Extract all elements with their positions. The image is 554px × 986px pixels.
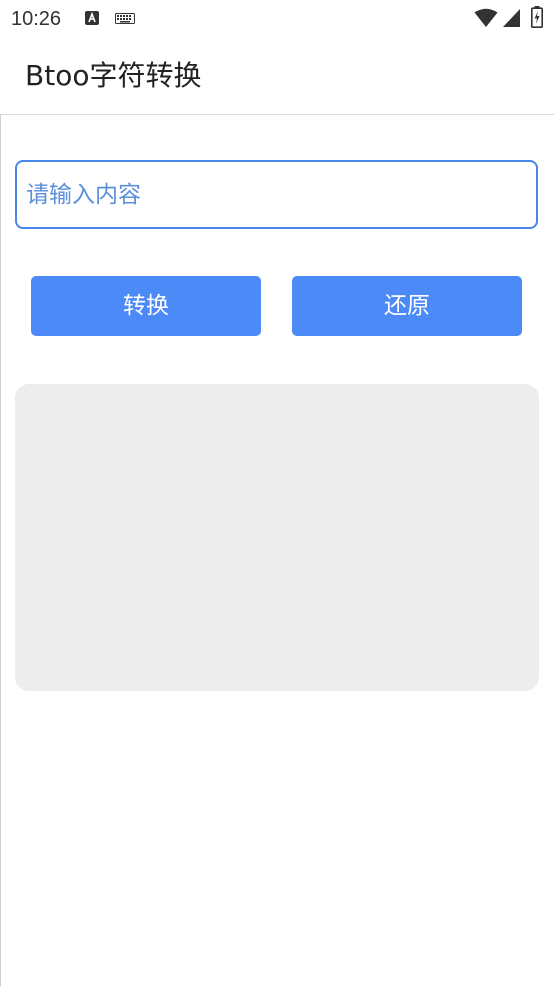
text-notification-icon <box>85 11 99 25</box>
text-input-container[interactable] <box>15 160 538 229</box>
keyboard-icon <box>115 13 135 24</box>
cell-signal-icon <box>503 9 520 27</box>
result-panel <box>15 384 539 691</box>
convert-button[interactable]: 转换 <box>31 276 261 336</box>
status-time: 10:26 <box>11 8 62 30</box>
restore-button[interactable]: 还原 <box>292 276 522 336</box>
app-bar: Btoo字符转换 <box>0 38 554 115</box>
page-title: Btoo字符转换 <box>25 59 202 92</box>
window-edge <box>0 38 1 986</box>
wifi-icon <box>474 8 498 27</box>
battery-charging-icon <box>531 6 543 28</box>
text-input[interactable] <box>17 162 536 227</box>
status-bar: 10:26 <box>0 0 554 38</box>
